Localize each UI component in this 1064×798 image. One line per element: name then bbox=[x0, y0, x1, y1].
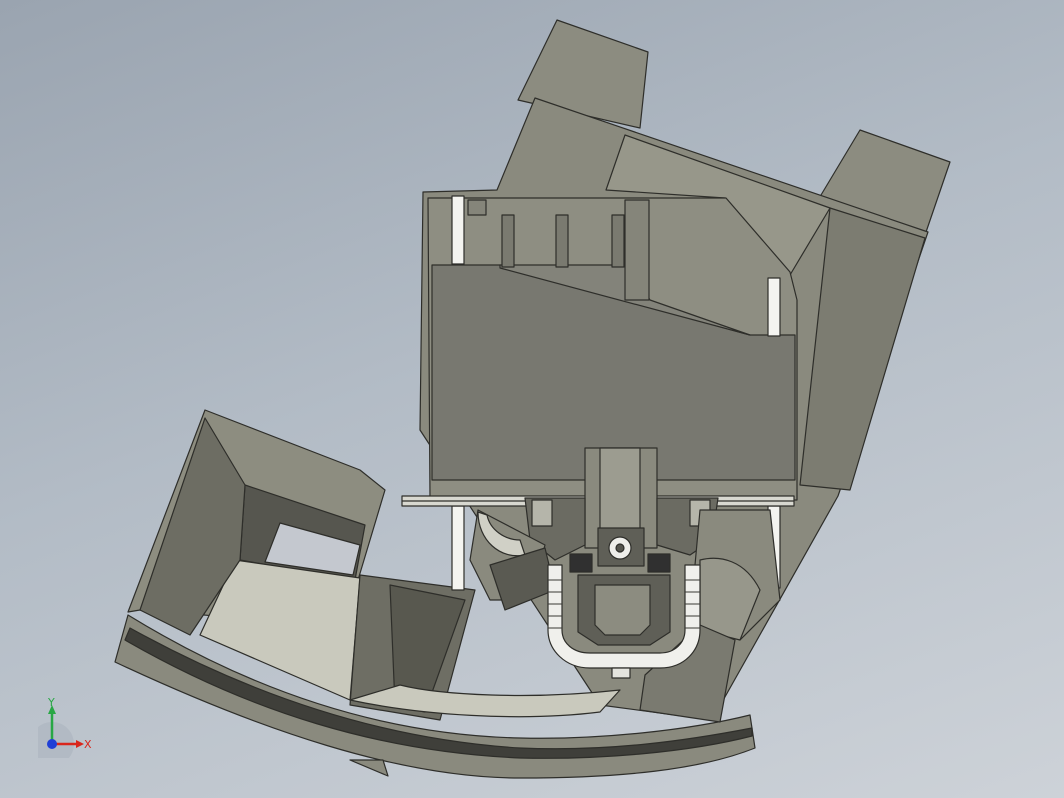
cad-model[interactable] bbox=[0, 0, 1064, 798]
3d-viewport[interactable]: Y X bbox=[0, 0, 1064, 798]
model-clamp-left bbox=[569, 553, 593, 573]
axis-triad: Y X bbox=[38, 698, 92, 758]
z-axis-dot bbox=[47, 739, 57, 749]
model-cradle-core bbox=[594, 584, 651, 636]
model-cradle-stub bbox=[611, 667, 631, 679]
model-clamp-right bbox=[647, 553, 671, 573]
model-rail-left-top bbox=[451, 195, 465, 265]
model-post-1 bbox=[501, 214, 515, 268]
model-post-3 bbox=[611, 214, 625, 268]
x-axis-arrow bbox=[76, 740, 84, 748]
model-rail-left-bottom bbox=[451, 505, 465, 591]
model-post-2 bbox=[555, 214, 569, 268]
model-rail-right-top bbox=[767, 277, 781, 337]
model-pivot-hole bbox=[615, 543, 625, 553]
y-axis-label: Y bbox=[47, 698, 55, 709]
triad-origin-arc bbox=[38, 722, 74, 758]
x-axis-label: X bbox=[84, 738, 92, 751]
model-base-foot bbox=[349, 759, 389, 777]
model-carriage-clip-left bbox=[531, 499, 553, 527]
model-small-block bbox=[467, 199, 487, 216]
model-upper-block bbox=[624, 199, 650, 301]
